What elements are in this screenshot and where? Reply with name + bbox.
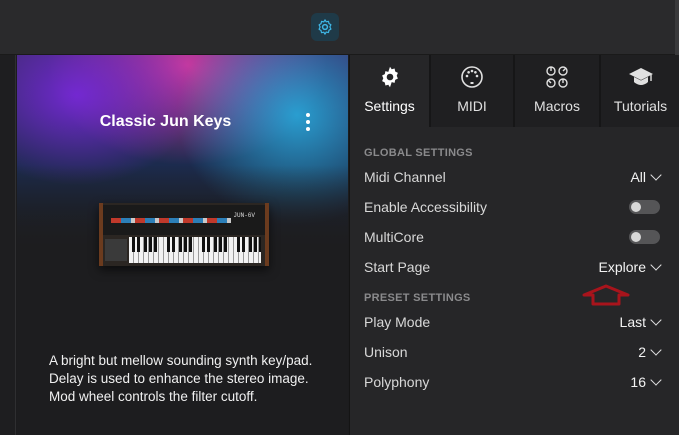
midi-channel-value: All — [630, 169, 646, 185]
synth-image: JUN-6V — [99, 203, 269, 266]
gear-icon — [381, 66, 398, 88]
polyphony-dropdown[interactable]: 16 — [630, 374, 662, 390]
multicore-toggle[interactable] — [629, 230, 660, 244]
unison-dropdown[interactable]: 2 — [638, 344, 662, 360]
play-mode-dropdown[interactable]: Last — [619, 314, 662, 330]
knobs-icon — [546, 66, 568, 88]
tab-settings-label: Settings — [364, 98, 415, 114]
tab-tutorials-label: Tutorials — [613, 98, 668, 114]
settings-toggle-button[interactable] — [311, 13, 339, 41]
tab-settings[interactable]: Settings — [350, 55, 431, 127]
multicore-row: MultiCore — [364, 227, 660, 247]
play-mode-label: Play Mode — [364, 314, 431, 330]
tab-midi[interactable]: MIDI — [431, 55, 515, 127]
midi-channel-dropdown[interactable]: All — [630, 169, 662, 185]
play-mode-row: Play Mode Last — [364, 312, 662, 332]
tab-midi-label: MIDI — [457, 98, 487, 114]
synth-wood-right — [265, 203, 269, 266]
play-mode-value: Last — [619, 314, 646, 330]
graduation-cap-icon — [628, 68, 653, 85]
chevron-down-icon — [650, 259, 662, 271]
top-bar — [0, 0, 679, 55]
window-edge — [675, 0, 679, 55]
red-arrow-marker-icon — [582, 284, 630, 306]
midi-channel-label: Midi Channel — [364, 169, 446, 185]
synth-model-label: JUN-6V — [233, 212, 255, 219]
polyphony-row: Polyphony 16 — [364, 372, 662, 392]
kebab-dot — [306, 113, 310, 117]
chevron-down-icon — [650, 374, 662, 386]
chevron-down-icon — [650, 169, 662, 181]
start-page-row: Start Page Explore — [364, 257, 662, 277]
chevron-down-icon — [650, 344, 662, 356]
accessibility-label: Enable Accessibility — [364, 199, 487, 215]
kebab-dot — [306, 120, 310, 124]
tab-macros[interactable]: Macros — [515, 55, 601, 127]
tab-macros-label: Macros — [534, 98, 580, 114]
preset-panel: Classic Jun Keys JUN-6V A bright but mel… — [17, 55, 348, 435]
start-page-dropdown[interactable]: Explore — [598, 259, 662, 275]
unison-value: 2 — [638, 344, 646, 360]
tab-tutorials[interactable]: Tutorials — [601, 55, 679, 127]
preset-description: A bright but mellow sounding synth key/p… — [49, 353, 313, 404]
settings-panel: Settings MIDI Macros Tutorials GLOBAL SE… — [349, 55, 679, 435]
polyphony-value: 16 — [630, 374, 646, 390]
unison-label: Unison — [364, 344, 408, 360]
midi-port-icon — [461, 66, 483, 88]
chevron-down-icon — [650, 314, 662, 326]
unison-row: Unison 2 — [364, 342, 662, 362]
preset-menu-button[interactable] — [301, 111, 315, 133]
synth-black-keys — [129, 237, 261, 252]
midi-channel-row: Midi Channel All — [364, 167, 662, 187]
preset-title: Classic Jun Keys — [99, 113, 232, 130]
accessibility-row: Enable Accessibility — [364, 197, 660, 217]
preset-settings-heading: PRESET SETTINGS — [364, 292, 471, 304]
global-settings-heading: GLOBAL SETTINGS — [364, 147, 473, 159]
synth-color-stripe — [111, 218, 231, 223]
start-page-value: Explore — [598, 259, 646, 275]
start-page-label: Start Page — [364, 259, 431, 275]
accessibility-toggle[interactable] — [629, 200, 660, 214]
polyphony-label: Polyphony — [364, 374, 430, 390]
multicore-label: MultiCore — [364, 229, 424, 245]
settings-tabs: Settings MIDI Macros Tutorials — [350, 55, 679, 127]
synth-bender — [105, 239, 127, 261]
synth-control-panel: JUN-6V — [103, 205, 265, 235]
kebab-dot — [306, 127, 310, 131]
left-sidebar-strip — [0, 55, 16, 435]
gear-icon — [318, 19, 332, 35]
